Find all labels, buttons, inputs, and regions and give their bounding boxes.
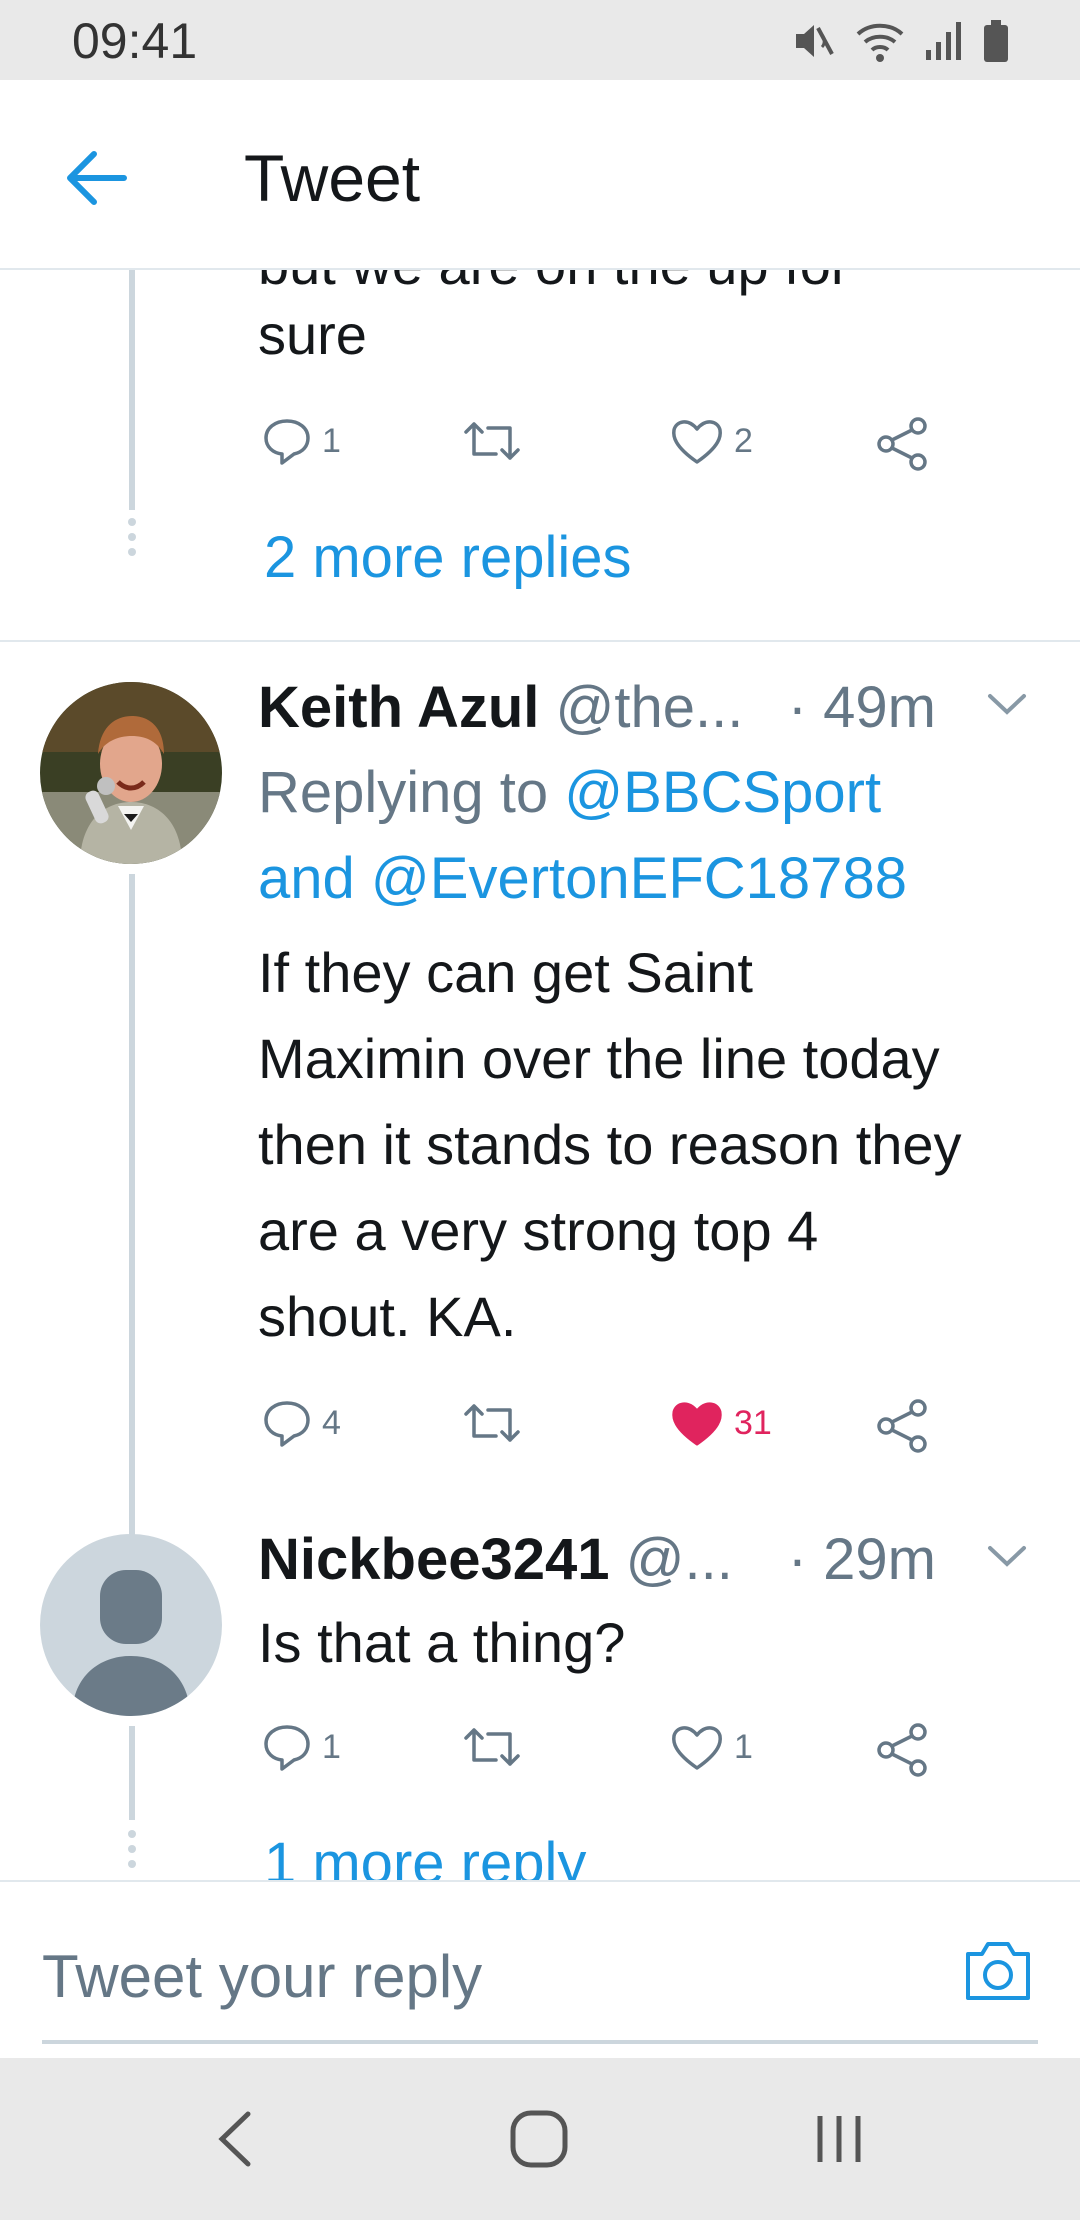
retweet-button[interactable] xyxy=(462,1722,522,1772)
divider xyxy=(0,640,1080,642)
author-name[interactable]: Keith Azul xyxy=(258,675,539,740)
nav-recents-icon[interactable] xyxy=(812,2108,866,2170)
share-icon xyxy=(877,1399,927,1453)
thread-line xyxy=(129,874,135,1554)
avatar-nickbee3241[interactable] xyxy=(40,1534,222,1716)
tweet-text: sure xyxy=(258,303,367,366)
thread-line xyxy=(129,1726,135,1820)
reply-input[interactable]: Tweet your reply xyxy=(42,1942,482,2011)
tweet-time: · 29m xyxy=(787,1527,936,1592)
share-icon xyxy=(877,1723,927,1777)
reply-icon xyxy=(264,1401,310,1447)
reply-button[interactable]: 1 xyxy=(262,1722,341,1772)
more-replies-link[interactable]: 1 more reply xyxy=(264,1830,586,1880)
retweet-icon xyxy=(464,422,520,460)
avatar-keith-azul[interactable] xyxy=(40,682,222,864)
thread-dots xyxy=(128,518,136,563)
reply-composer: Tweet your reply xyxy=(0,1880,1080,2058)
reply-count: 4 xyxy=(322,1403,341,1442)
app-header: Tweet xyxy=(0,80,1080,270)
replying-to: Replying to @BBCSport and @EvertonEFC187… xyxy=(258,750,1038,922)
nav-back-icon[interactable] xyxy=(212,2108,258,2170)
status-time: 09:41 xyxy=(72,13,198,69)
avatar-image xyxy=(40,682,222,864)
like-count: 31 xyxy=(734,1403,772,1442)
author-handle[interactable]: @the... xyxy=(556,675,744,740)
back-arrow-icon[interactable] xyxy=(58,140,134,216)
status-icons xyxy=(790,16,1010,66)
reply-button[interactable]: 1 xyxy=(262,416,341,466)
like-icon xyxy=(672,420,722,464)
replying-and: and xyxy=(258,846,355,911)
more-replies-link[interactable]: 2 more replies xyxy=(264,524,631,591)
share-button[interactable] xyxy=(874,1722,930,1778)
like-count: 2 xyxy=(734,421,753,460)
reply-icon xyxy=(264,1725,310,1771)
signal-icon xyxy=(926,22,961,60)
tweet-header: Nickbee3241 @... · 29m xyxy=(258,1526,1048,1606)
page-title: Tweet xyxy=(244,141,421,215)
like-button[interactable]: 1 xyxy=(670,1722,753,1772)
author-name[interactable]: Nickbee3241 xyxy=(258,1527,609,1592)
wifi-icon xyxy=(856,23,904,62)
thread-line xyxy=(129,270,135,510)
mute-icon xyxy=(796,25,834,57)
like-button[interactable]: 2 xyxy=(670,416,753,466)
reply-input-underline xyxy=(42,2040,1038,2044)
mention-link[interactable]: @BBCSport xyxy=(564,760,881,825)
nav-home-icon[interactable] xyxy=(508,2108,570,2170)
reply-button[interactable]: 4 xyxy=(262,1398,341,1448)
reply-icon xyxy=(264,419,310,465)
reply-count: 1 xyxy=(322,1727,341,1766)
tweet-actions: 1 2 xyxy=(262,416,942,476)
share-button[interactable] xyxy=(874,1398,930,1454)
like-button[interactable]: 31 xyxy=(670,1398,772,1448)
system-nav-bar xyxy=(0,2058,1080,2220)
retweet-icon xyxy=(464,1728,520,1766)
like-count: 1 xyxy=(734,1727,753,1766)
author-handle[interactable]: @... xyxy=(626,1527,733,1592)
chevron-down-icon[interactable] xyxy=(984,1540,1030,1570)
like-icon xyxy=(672,1726,722,1770)
share-button[interactable] xyxy=(874,416,930,472)
retweet-icon xyxy=(464,1404,520,1442)
chevron-down-icon[interactable] xyxy=(984,688,1030,718)
retweet-button[interactable] xyxy=(462,1398,522,1448)
tweet-text: If they can get Saint Maximin over the l… xyxy=(258,941,962,1348)
share-icon xyxy=(877,417,927,471)
tweet-text: Is that a thing? xyxy=(258,1611,626,1674)
mention-link[interactable]: @EvertonEFC18788 xyxy=(371,846,907,911)
tweet-actions: 4 31 xyxy=(262,1398,942,1458)
tweet-actions: 1 1 xyxy=(262,1722,942,1782)
status-bar: 09:41 xyxy=(0,0,1080,80)
like-filled-icon xyxy=(672,1402,722,1446)
thread-dots xyxy=(128,1830,136,1875)
camera-icon[interactable] xyxy=(962,1938,1034,2004)
battery-icon xyxy=(984,20,1008,62)
tweet-time: · 49m xyxy=(787,675,936,740)
replying-prefix: Replying to xyxy=(258,760,549,825)
default-profile-icon xyxy=(40,1534,222,1716)
tweet-feed[interactable]: but we are on the up for sure 1 2 2 more… xyxy=(0,270,1080,1880)
reply-count: 1 xyxy=(322,421,341,460)
retweet-button[interactable] xyxy=(462,416,522,466)
tweet-header: Keith Azul @the... · 49m xyxy=(258,674,1048,754)
